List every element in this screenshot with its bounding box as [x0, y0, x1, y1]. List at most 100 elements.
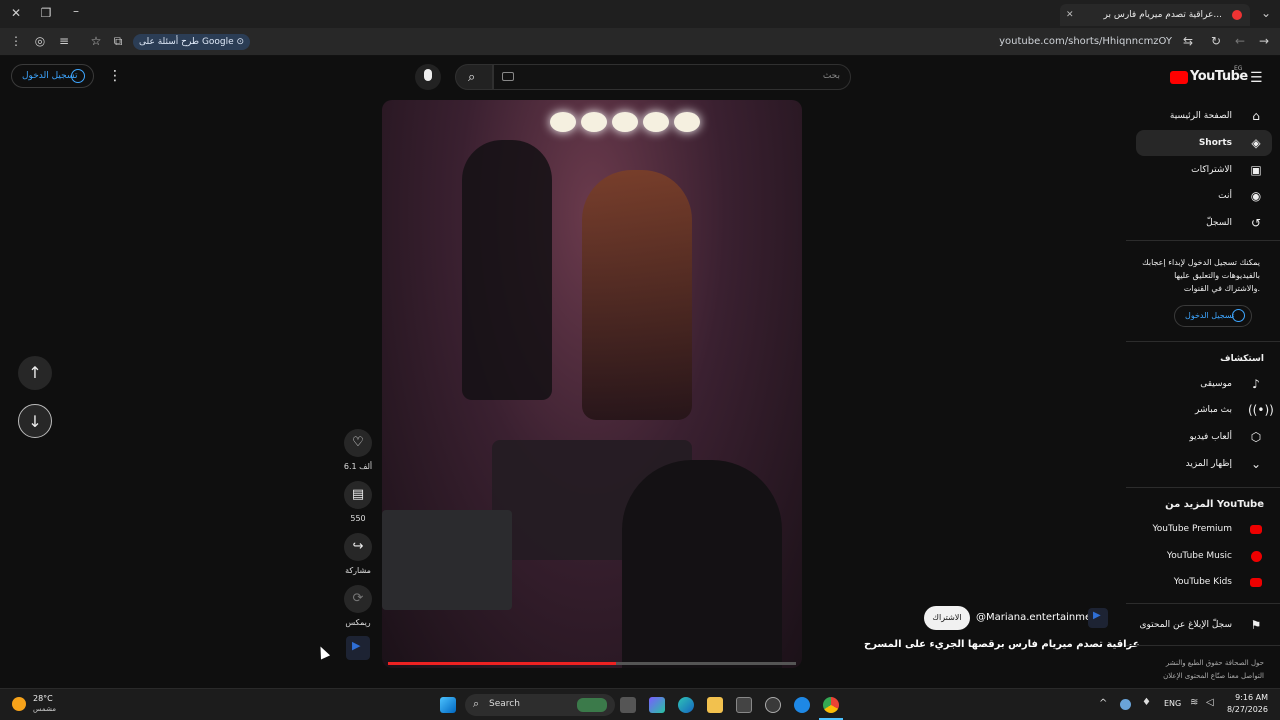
sidebar-item-report-history[interactable]: ⚑ سجلّ الإبلاغ عن المحتوى [1126, 613, 1264, 637]
tray-chevron-icon[interactable]: ^ [1099, 698, 1107, 709]
app-icon[interactable] [794, 697, 810, 713]
share-label: مشاركة [345, 566, 371, 575]
copilot-icon[interactable] [649, 697, 665, 713]
account-icon [1232, 309, 1245, 322]
voice-search-button[interactable] [415, 64, 441, 90]
footer-links-2[interactable]: التواصل معنا صنّاع المحتوى الإعلان [1163, 672, 1264, 680]
sound-thumbnail[interactable]: ▶ [346, 636, 370, 660]
search-icon: ⌕ [473, 697, 480, 710]
menu-dots-icon[interactable]: ⋮ [8, 34, 24, 50]
sidebar-item-history[interactable]: ↺ السجلّ [1126, 211, 1264, 235]
wifi-icon[interactable]: ≋ [1190, 697, 1198, 708]
arrow-down-icon: ↓ [28, 412, 42, 431]
video-progress-bar[interactable] [388, 662, 796, 665]
sidebar-item-home[interactable]: ⌂ الصفحة الرئيسية [1126, 104, 1264, 128]
sidebar-item-you[interactable]: ◉ أنت [1126, 184, 1264, 208]
sidebar-item-kids[interactable]: YouTube Kids [1126, 570, 1264, 594]
youtube-favicon-icon [1232, 10, 1242, 20]
gaming-icon: ⬡ [1250, 430, 1262, 444]
close-window-icon[interactable]: ✕ [8, 6, 24, 22]
settings-dots-icon[interactable]: ⋮ [108, 68, 122, 84]
dancer-figure [462, 140, 552, 400]
remix-button[interactable]: ⟳ [344, 585, 372, 613]
channel-logo-icon: ▶ [352, 639, 361, 652]
comment-icon: ▤ [351, 487, 365, 502]
progress-fill [388, 662, 617, 665]
next-short-button[interactable]: ↓ [18, 404, 52, 438]
keyboard-icon[interactable] [502, 72, 514, 81]
sidebar-item-music[interactable]: ♪ موسيقى [1126, 372, 1264, 396]
edge-icon[interactable] [678, 697, 694, 713]
sidebar-item-subscriptions[interactable]: ▣ الاشتراكات [1126, 158, 1264, 182]
sidebar-item-shorts[interactable]: ◈ Shorts [1126, 131, 1264, 155]
signin-label: تسجيل الدخول [22, 71, 78, 81]
sidebar-signin-button[interactable]: تسجيل الدخول [1174, 305, 1252, 327]
stage-speaker [382, 510, 512, 610]
share-button[interactable]: ↪ [344, 533, 372, 561]
comments-button[interactable]: ▤ [344, 481, 372, 509]
home-icon: ⌂ [1252, 109, 1260, 123]
guide-menu-icon[interactable]: ☰ [1250, 70, 1263, 86]
sidebar-item-music-app[interactable]: YouTube Music [1126, 544, 1264, 568]
mouse-cursor-icon [315, 644, 331, 660]
channel-handle[interactable]: @Mariana.entertainment [976, 612, 1101, 623]
chevron-down-icon: ⌄ [1250, 457, 1262, 471]
channel-avatar[interactable]: ▶ [1088, 608, 1108, 628]
sidebar-item-show-more[interactable]: ⌄ إظهار المزيد [1126, 452, 1264, 476]
url-text[interactable]: youtube.com/shorts/HhiqnncmzOY [999, 36, 1172, 47]
task-view-icon[interactable] [620, 697, 636, 713]
maximize-icon[interactable]: ❐ [38, 6, 54, 22]
subscribe-button[interactable]: الاشتراك [924, 606, 970, 630]
comment-count: 550 [350, 514, 366, 523]
search-button[interactable]: ⌕ [455, 64, 493, 90]
history-icon: ↺ [1250, 216, 1262, 230]
youtube-music-icon [1248, 548, 1264, 564]
forward-icon[interactable]: ← [1232, 34, 1248, 50]
minimize-icon[interactable]: – [68, 4, 84, 20]
weather-temp[interactable]: 28°C [33, 694, 53, 703]
search-icon: ⌕ [468, 70, 476, 85]
shorts-icon: ◈ [1251, 136, 1261, 150]
back-icon[interactable]: → [1256, 34, 1272, 50]
sidebar-item-premium[interactable]: YouTube Premium [1126, 517, 1264, 541]
tab-close-icon[interactable]: ✕ [1066, 4, 1074, 26]
profile-icon[interactable]: ◎ [32, 34, 48, 50]
chrome-icon[interactable] [823, 697, 839, 713]
settings-gear-icon[interactable] [765, 697, 781, 713]
sun-icon [12, 697, 26, 711]
file-explorer-icon[interactable] [707, 697, 723, 713]
more-from-youtube-heading: المزيد من YouTube [1165, 499, 1264, 510]
stage-light [550, 112, 576, 132]
site-settings-icon[interactable]: ⇆ [1180, 34, 1196, 50]
bookmark-star-icon[interactable]: ☆ [88, 34, 104, 50]
onedrive-icon[interactable] [1120, 699, 1131, 710]
like-button[interactable]: ♡ [344, 429, 372, 457]
previous-short-button[interactable]: ↑ [18, 356, 52, 390]
store-icon[interactable] [736, 697, 752, 713]
clock-date[interactable]: 8/27/2026 [1224, 705, 1268, 714]
clock-time[interactable]: 9:16 AM [1224, 693, 1268, 702]
reload-icon[interactable]: ↻ [1208, 34, 1224, 50]
windows-start-icon[interactable] [440, 697, 456, 713]
ask-google-button[interactable]: طرح أسئلة على Google ⊙ [133, 34, 251, 50]
search-input[interactable]: بحث [493, 64, 851, 90]
footer-links-1[interactable]: حول الصحافة حقوق الطبع والنشر [1166, 659, 1264, 667]
taskbar-search[interactable]: ⌕ Search [465, 694, 615, 716]
microphone-icon[interactable]: ♦ [1142, 697, 1151, 708]
sidebar-item-live[interactable]: ((•)) بث مباشر [1126, 398, 1274, 422]
live-icon: ((•)) [1248, 403, 1274, 417]
mic-icon [424, 69, 432, 81]
header-signin-button[interactable]: تسجيل الدخول [11, 64, 94, 88]
stage-light [674, 112, 700, 132]
sidebar-item-gaming[interactable]: ⬡ ألعاب فيديو [1126, 425, 1264, 449]
flag-icon: ⚑ [1250, 618, 1262, 632]
cameraman-figure [622, 460, 782, 668]
browser-tab[interactable]: عراقية تصدم ميريام فارس بر... ✕ [1060, 4, 1250, 26]
volume-icon[interactable]: ◁ [1206, 697, 1214, 708]
you-icon: ◉ [1250, 189, 1262, 203]
short-video-player[interactable] [382, 100, 802, 668]
install-icon[interactable]: ⧉ [110, 34, 126, 50]
tab-search-icon[interactable]: ⌄ [1258, 6, 1274, 22]
language-indicator[interactable]: ENG [1164, 699, 1181, 708]
reading-list-icon[interactable]: ≡ [56, 34, 72, 50]
